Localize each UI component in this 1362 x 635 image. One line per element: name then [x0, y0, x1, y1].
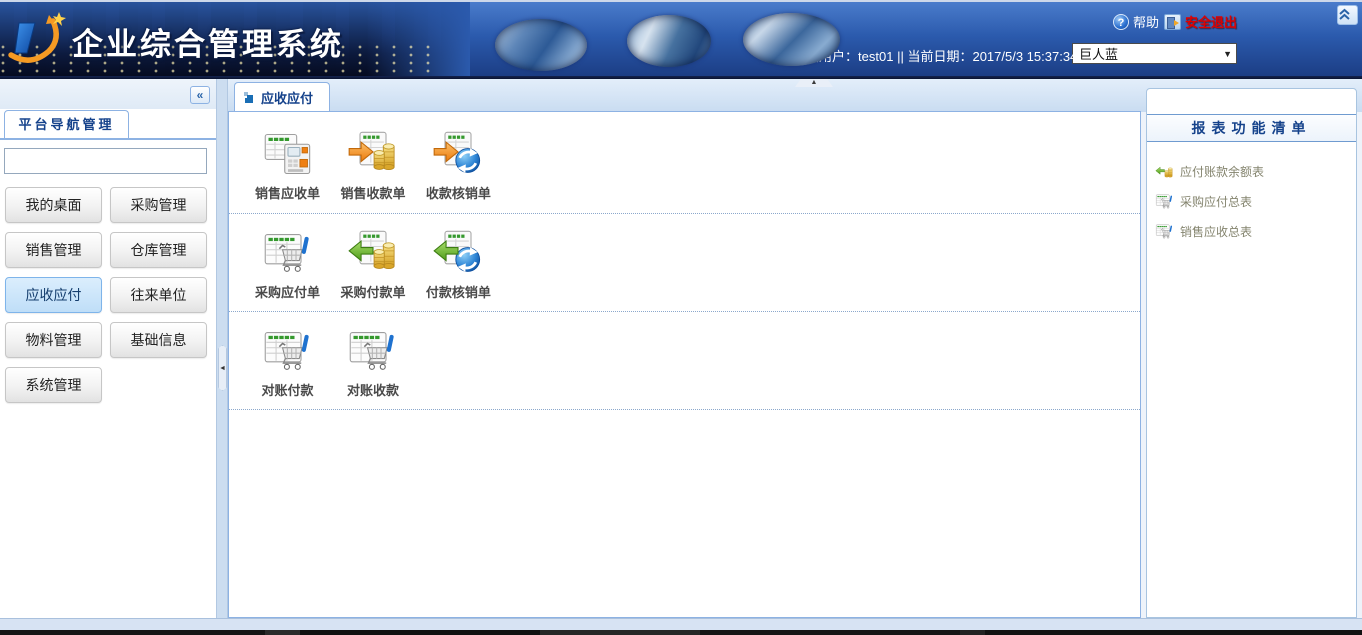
sidebar-search-input[interactable] [4, 148, 207, 174]
purchase-payable-summary-icon [1155, 192, 1174, 211]
collapse-header-button[interactable] [1337, 5, 1358, 25]
launcher-label: 对账付款 [247, 380, 328, 399]
report-list: 应付账款余额表 采购应付总表 销售应收总表 [1147, 142, 1356, 246]
report-item-purchase-payable-summary[interactable]: 采购应付总表 [1155, 186, 1356, 216]
launcher-purchase-payable-bill[interactable]: 采购应付单 [247, 227, 328, 301]
separator: || [897, 49, 904, 64]
sidebar-item-business-partners[interactable]: 往来单位 [110, 277, 207, 313]
launcher-label: 付款核销单 [418, 282, 499, 301]
header-links: ? 帮助 安全退出 [1113, 12, 1237, 31]
reconcile-receipt-icon [347, 325, 399, 377]
module-launcher-panel: 销售应收单 销售收款单 收款核销单 采购应付单 采购付款单 [228, 111, 1141, 618]
report-item-sales-receivable-summary[interactable]: 销售应收总表 [1155, 216, 1356, 246]
report-item-payable-balance[interactable]: 应付账款余额表 [1155, 156, 1356, 186]
payment-writeoff-bill-icon [432, 227, 484, 279]
sidebar-item-system-mgmt[interactable]: 系统管理 [5, 367, 102, 403]
sidebar-item-material-mgmt[interactable]: 物料管理 [5, 322, 102, 358]
reconcile-payment-icon [262, 325, 314, 377]
launcher-label: 对账收款 [332, 380, 413, 399]
login-user-value: test01 [858, 49, 893, 64]
help-question-icon: ? [1113, 14, 1129, 30]
header-photo-2 [627, 15, 711, 67]
launcher-label: 销售收款单 [332, 183, 413, 202]
report-item-label: 采购应付总表 [1180, 193, 1252, 210]
logout-button[interactable]: 安全退出 [1164, 12, 1237, 31]
header-photo-3 [743, 13, 840, 66]
launcher-label: 销售应收单 [247, 183, 328, 202]
main-workspace: 应收应付 销售应收单 销售收款单 收款核销单 [228, 82, 1141, 618]
launcher-reconcile-receipt[interactable]: 对账收款 [332, 325, 413, 399]
logout-label: 安全退出 [1185, 12, 1237, 31]
sidebar-tab-underline [0, 138, 216, 140]
tab-label: 应收应付 [261, 88, 313, 107]
receipt-writeoff-bill-icon [432, 128, 484, 180]
launcher-label: 采购付款单 [332, 282, 413, 301]
app-window: 企业综合管理系统 登陆用户：test01 || 当前日期：2017/5/3 15… [0, 0, 1362, 635]
triangle-left-icon: ◄ [219, 365, 226, 372]
sidebar-top-strip [0, 79, 216, 109]
launcher-row-sales: 销售应收单 销售收款单 收款核销单 [229, 112, 1140, 214]
report-item-label: 应付账款余额表 [1180, 163, 1264, 180]
tab-receivable-payable[interactable]: 应收应付 [234, 82, 330, 111]
report-panel-title: 报表功能清单 [1147, 114, 1356, 142]
sidebar-tab-platform-nav[interactable]: 平台导航管理 [4, 110, 129, 138]
sidebar-item-sales-mgmt[interactable]: 销售管理 [5, 232, 102, 268]
sidebar-item-purchase-mgmt[interactable]: 采购管理 [110, 187, 207, 223]
launcher-sales-receivable-bill[interactable]: 销售应收单 [247, 128, 328, 202]
receivable-payable-tab-icon [243, 91, 256, 104]
sales-receivable-bill-icon [262, 128, 314, 180]
sidebar-item-receivable-payable[interactable]: 应收应付 [5, 277, 102, 313]
launcher-reconcile-payment[interactable]: 对账付款 [247, 325, 328, 399]
header-banner: 企业综合管理系统 登陆用户：test01 || 当前日期：2017/5/3 15… [0, 0, 1362, 78]
report-item-label: 销售应收总表 [1180, 223, 1252, 240]
theme-select[interactable]: 巨人蓝 ▼ [1072, 43, 1237, 64]
theme-selected-value: 巨人蓝 [1079, 44, 1118, 63]
sidebar-item-basic-info[interactable]: 基础信息 [110, 322, 207, 358]
chevron-double-up-icon [1338, 8, 1351, 21]
purchase-payment-bill-icon [347, 227, 399, 279]
launcher-row-reconcile: 对账付款 对账收款 [229, 312, 1140, 410]
help-button[interactable]: ? 帮助 [1113, 12, 1159, 31]
navigation-sidebar: « 平台导航管理 我的桌面 采购管理 销售管理 仓库管理 应收应付 往来单位 物… [0, 79, 216, 618]
launcher-sales-receipt-bill[interactable]: 销售收款单 [332, 128, 413, 202]
sales-receipt-bill-icon [347, 128, 399, 180]
sidebar-item-my-desktop[interactable]: 我的桌面 [5, 187, 102, 223]
launcher-label: 采购应付单 [247, 282, 328, 301]
report-panel: 报表功能清单 应付账款余额表 采购应付总表 销售应收总表 [1146, 88, 1357, 618]
status-strip [0, 618, 1362, 630]
launcher-payment-writeoff-bill[interactable]: 付款核销单 [418, 227, 499, 301]
launcher-label: 收款核销单 [418, 183, 499, 202]
sidebar-item-warehouse-mgmt[interactable]: 仓库管理 [110, 232, 207, 268]
launcher-row-purchase: 采购应付单 采购付款单 付款核销单 [229, 214, 1140, 312]
current-date-value: 2017/5/3 15:37:34 [972, 49, 1077, 64]
help-label: 帮助 [1133, 12, 1159, 31]
purchase-payable-bill-icon [262, 227, 314, 279]
collapse-sidebar-button[interactable]: « [190, 86, 210, 104]
current-date-label: 当前日期： [907, 49, 972, 64]
header-photo-1 [495, 19, 587, 71]
taskbar-strip [0, 630, 1362, 635]
launcher-receipt-writeoff-bill[interactable]: 收款核销单 [418, 128, 499, 202]
sales-receivable-summary-icon [1155, 222, 1174, 241]
sidebar-splitter[interactable]: ◄ [216, 79, 228, 618]
sidebar-module-grid: 我的桌面 采购管理 销售管理 仓库管理 应收应付 往来单位 物料管理 基础信息 … [5, 187, 209, 403]
app-title: 企业综合管理系统 [72, 19, 344, 64]
chevron-down-icon: ▼ [1223, 49, 1232, 59]
exit-door-icon [1164, 14, 1181, 30]
payable-balance-report-icon [1155, 162, 1174, 181]
launcher-purchase-payment-bill[interactable]: 采购付款单 [332, 227, 413, 301]
splitter-collapse-handle[interactable]: ◄ [218, 345, 227, 391]
app-logo-icon [5, 9, 67, 71]
